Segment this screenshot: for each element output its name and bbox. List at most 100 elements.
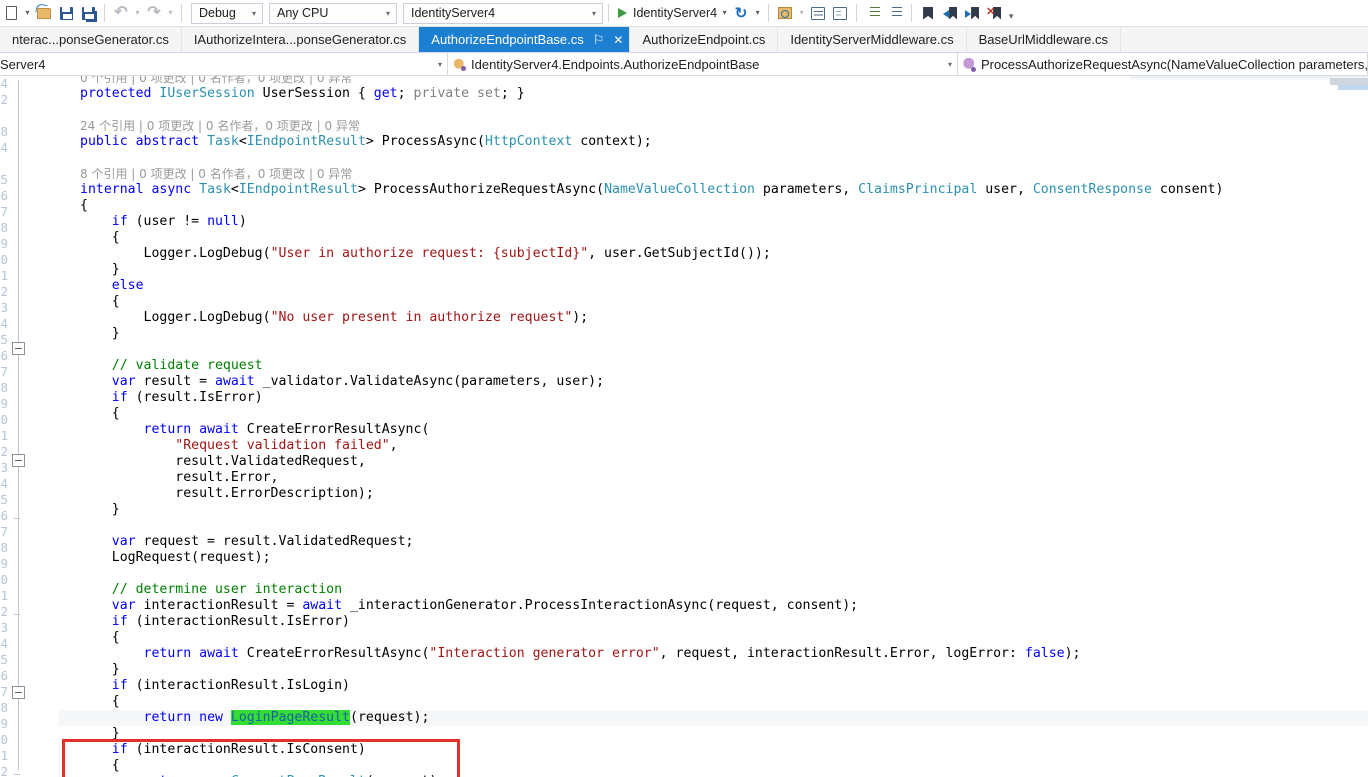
- code-line[interactable]: // validate request: [58, 358, 1368, 374]
- code-line[interactable]: result.ErrorDescription);: [58, 486, 1368, 502]
- find-in-files-icon[interactable]: [774, 2, 796, 24]
- code-line[interactable]: {: [58, 406, 1368, 422]
- code-line[interactable]: if (interactionResult.IsLogin): [58, 678, 1368, 694]
- solution-platform-combo[interactable]: Any CPU ▾: [269, 2, 397, 24]
- code-line[interactable]: {: [58, 630, 1368, 646]
- code-line[interactable]: [58, 566, 1368, 582]
- line-number: 3: [0, 620, 8, 635]
- code-line[interactable]: [58, 102, 1368, 118]
- hot-reload-icon[interactable]: ↻: [730, 2, 752, 24]
- save-icon[interactable]: [55, 2, 77, 24]
- code-line[interactable]: protected IUserSession UserSession { get…: [58, 86, 1368, 102]
- outlining-collapse-box[interactable]: [12, 342, 25, 355]
- chevron-down-icon[interactable]: ▾: [592, 4, 596, 23]
- new-file-dropdown-arrow[interactable]: ▾: [22, 2, 33, 24]
- line-number: 7: [0, 204, 8, 219]
- code-line[interactable]: 0 个引用 | 0 项更改 | 0 名作者，0 项更改 | 0 异常: [58, 76, 1368, 86]
- next-bookmark-icon[interactable]: [961, 2, 983, 24]
- comment-selection-icon[interactable]: [807, 2, 829, 24]
- chevron-down-icon[interactable]: ▾: [438, 53, 442, 75]
- code-text-area[interactable]: 0 个引用 | 0 项更改 | 0 名作者，0 项更改 | 0 异常 protec…: [58, 76, 1368, 777]
- code-line[interactable]: }: [58, 662, 1368, 678]
- code-line[interactable]: // determine user interaction: [58, 582, 1368, 598]
- redo-dropdown-arrow[interactable]: ▾: [165, 2, 176, 24]
- code-line[interactable]: [58, 518, 1368, 534]
- code-line[interactable]: [58, 342, 1368, 358]
- code-line[interactable]: if (user != null): [58, 214, 1368, 230]
- code-line[interactable]: {: [58, 694, 1368, 710]
- code-line[interactable]: return await CreateErrorResultAsync(: [58, 422, 1368, 438]
- pin-tab-icon[interactable]: ⚐: [593, 33, 605, 46]
- start-debugging-dropdown-arrow[interactable]: ▾: [719, 2, 730, 24]
- clear-bookmarks-icon[interactable]: [983, 2, 1005, 24]
- tab-base-url-middleware[interactable]: BaseUrlMiddleware.cs: [966, 27, 1121, 52]
- code-line[interactable]: 24 个引用 | 0 项更改 | 0 名作者，0 项更改 | 0 异常: [58, 118, 1368, 134]
- increase-indent-icon[interactable]: [862, 2, 884, 24]
- previous-bookmark-icon[interactable]: [939, 2, 961, 24]
- tab-identity-server-middleware[interactable]: IdentityServerMiddleware.cs: [778, 27, 967, 52]
- code-line[interactable]: return new LoginPageResult(request);: [58, 710, 1368, 726]
- toggle-bookmark-icon[interactable]: [917, 2, 939, 24]
- code-line[interactable]: var result = await _validator.ValidateAs…: [58, 374, 1368, 390]
- open-file-icon[interactable]: [33, 2, 55, 24]
- redo-glyph: ↷: [147, 4, 161, 21]
- save-all-icon[interactable]: [77, 2, 99, 24]
- navbar-project-combo[interactable]: Server4 ▾: [0, 53, 448, 75]
- hot-reload-dropdown-arrow[interactable]: ▾: [752, 2, 763, 24]
- code-editor[interactable]: 4284567890123456789012345678901234567890…: [0, 76, 1368, 777]
- chevron-down-icon[interactable]: ▾: [252, 4, 256, 23]
- code-line[interactable]: LogRequest(request);: [58, 550, 1368, 566]
- code-line[interactable]: result.ValidatedRequest,: [58, 454, 1368, 470]
- line-number: 2: [0, 444, 8, 459]
- code-line[interactable]: }: [58, 502, 1368, 518]
- code-line[interactable]: }: [58, 326, 1368, 342]
- toolbar-overflow-button[interactable]: ▾: [1005, 2, 1017, 24]
- solution-platform-value: Any CPU: [277, 6, 329, 20]
- code-line[interactable]: var request = result.ValidatedRequest;: [58, 534, 1368, 550]
- code-line[interactable]: {: [58, 198, 1368, 214]
- startup-project-combo[interactable]: IdentityServer4 ▾: [403, 2, 603, 24]
- code-line[interactable]: {: [58, 230, 1368, 246]
- code-line[interactable]: return await CreateErrorResultAsync("Int…: [58, 646, 1368, 662]
- chevron-down-icon[interactable]: ▾: [948, 53, 952, 75]
- code-line[interactable]: Logger.LogDebug("User in authorize reque…: [58, 246, 1368, 262]
- line-number: 0: [0, 412, 8, 427]
- line-number: 2: [0, 604, 8, 619]
- navbar-type-combo[interactable]: IdentityServer4.Endpoints.AuthorizeEndpo…: [448, 53, 958, 75]
- code-line[interactable]: 8 个引用 | 0 项更改 | 0 名作者，0 项更改 | 0 异常: [58, 166, 1368, 182]
- code-line[interactable]: Logger.LogDebug("No user present in auth…: [58, 310, 1368, 326]
- code-line[interactable]: [58, 150, 1368, 166]
- code-line[interactable]: internal async Task<IEndpointResult> Pro…: [58, 182, 1368, 198]
- code-line[interactable]: if (interactionResult.IsError): [58, 614, 1368, 630]
- start-debugging-button[interactable]: IdentityServer4: [614, 2, 719, 24]
- code-line[interactable]: "Request validation failed",: [58, 438, 1368, 454]
- code-line[interactable]: if (result.IsError): [58, 390, 1368, 406]
- tab-interaction-response-generator[interactable]: nterac...ponseGenerator.cs: [0, 27, 182, 52]
- close-icon[interactable]: ✕: [613, 34, 623, 46]
- outlining-collapse-box[interactable]: [12, 686, 25, 699]
- find-dropdown-arrow[interactable]: ▾: [796, 2, 807, 24]
- code-line[interactable]: result.Error,: [58, 470, 1368, 486]
- redo-icon[interactable]: ↷: [143, 2, 165, 24]
- line-number: 1: [0, 428, 8, 443]
- new-file-icon[interactable]: [0, 2, 22, 24]
- outlining-collapse-box[interactable]: [12, 454, 25, 467]
- toolbar-divider-2: [181, 4, 182, 22]
- chevron-down-icon[interactable]: ▾: [386, 4, 390, 23]
- tab-authorize-endpoint-base[interactable]: AuthorizeEndpointBase.cs ⚐ ✕: [419, 27, 631, 52]
- undo-dropdown-arrow[interactable]: ▾: [132, 2, 143, 24]
- toolbar-divider-5: [856, 4, 858, 22]
- undo-icon[interactable]: ↶: [110, 2, 132, 24]
- code-line[interactable]: {: [58, 294, 1368, 310]
- code-line[interactable]: }: [58, 262, 1368, 278]
- decrease-indent-icon[interactable]: [884, 2, 906, 24]
- tab-iauthorize-interaction-response-generator[interactable]: IAuthorizeIntera...ponseGenerator.cs: [181, 27, 420, 52]
- line-number: 7: [0, 524, 8, 539]
- code-line[interactable]: public abstract Task<IEndpointResult> Pr…: [58, 134, 1368, 150]
- solution-configuration-combo[interactable]: Debug ▾: [191, 2, 263, 24]
- code-line[interactable]: else: [58, 278, 1368, 294]
- uncomment-selection-icon[interactable]: [829, 2, 851, 24]
- code-line[interactable]: var interactionResult = await _interacti…: [58, 598, 1368, 614]
- tab-authorize-endpoint[interactable]: AuthorizeEndpoint.cs: [630, 27, 779, 52]
- navbar-member-combo[interactable]: ProcessAuthorizeRequestAsync(NameValueCo…: [958, 53, 1368, 75]
